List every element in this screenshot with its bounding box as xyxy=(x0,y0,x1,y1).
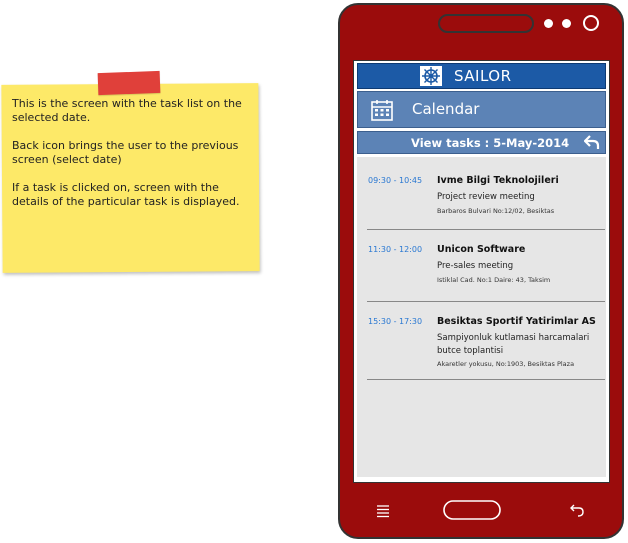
task-item[interactable]: 09:30 - 10:45 Ivme Bilgi Teknolojileri P… xyxy=(357,175,606,226)
note-line: If a task is clicked on, screen with the… xyxy=(12,181,240,208)
note-text: This is the screen with the task list on… xyxy=(12,97,248,223)
task-address: Barbaros Bulvari No:12/02, Besiktas xyxy=(437,207,555,215)
task-address: Istiklal Cad. No:1 Daire: 43, Taksim xyxy=(437,276,551,284)
task-address: Akaretler yokusu, No:1903, Besiktas Plaz… xyxy=(437,360,575,368)
divider xyxy=(367,379,605,380)
task-item[interactable]: 15:30 - 17:30 Besiktas Sportif Yatirimla… xyxy=(357,316,606,377)
home-button[interactable] xyxy=(443,500,501,524)
calendar-header[interactable]: Calendar xyxy=(357,91,606,128)
task-list: 09:30 - 10:45 Ivme Bilgi Teknolojileri P… xyxy=(357,157,606,477)
menu-icon[interactable] xyxy=(376,503,390,522)
note-line: Back icon brings the user to the previou… xyxy=(12,139,239,166)
back-arrow-icon[interactable] xyxy=(583,135,600,154)
phone-screen: SAILOR Calendar View tasks : 5-May-2014 xyxy=(353,60,610,483)
task-description: Project review meeting xyxy=(437,192,535,202)
divider xyxy=(367,229,605,230)
note-tape xyxy=(97,70,161,96)
phone-speaker xyxy=(438,14,534,33)
note-line: This is the screen with the task list on… xyxy=(12,97,242,124)
sensor-dot xyxy=(544,19,553,28)
app-title: SAILOR xyxy=(454,67,512,85)
task-description: Sampiyonluk kutlamasi harcamalari butce … xyxy=(437,333,590,356)
calendar-title: Calendar xyxy=(412,100,480,118)
sensor-dot xyxy=(562,19,571,28)
task-time: 09:30 - 10:45 xyxy=(368,176,423,185)
task-name: Unicon Software xyxy=(437,244,526,255)
divider xyxy=(367,301,605,302)
task-name: Ivme Bilgi Teknolojileri xyxy=(437,175,559,186)
date-header: View tasks : 5-May-2014 xyxy=(357,131,606,154)
ship-wheel-icon xyxy=(420,66,442,86)
task-item[interactable]: 11:30 - 12:00 Unicon Software Pre-sales … xyxy=(357,244,606,295)
task-name: Besiktas Sportif Yatirimlar AS xyxy=(437,316,596,327)
calendar-icon xyxy=(371,99,393,125)
task-time: 11:30 - 12:00 xyxy=(368,245,423,254)
back-icon[interactable] xyxy=(570,502,586,522)
app-header: SAILOR xyxy=(357,63,606,89)
task-time: 15:30 - 17:30 xyxy=(368,317,423,326)
task-description: Pre-sales meeting xyxy=(437,261,514,271)
view-tasks-title: View tasks : 5-May-2014 xyxy=(411,136,570,150)
camera-icon xyxy=(583,15,599,31)
